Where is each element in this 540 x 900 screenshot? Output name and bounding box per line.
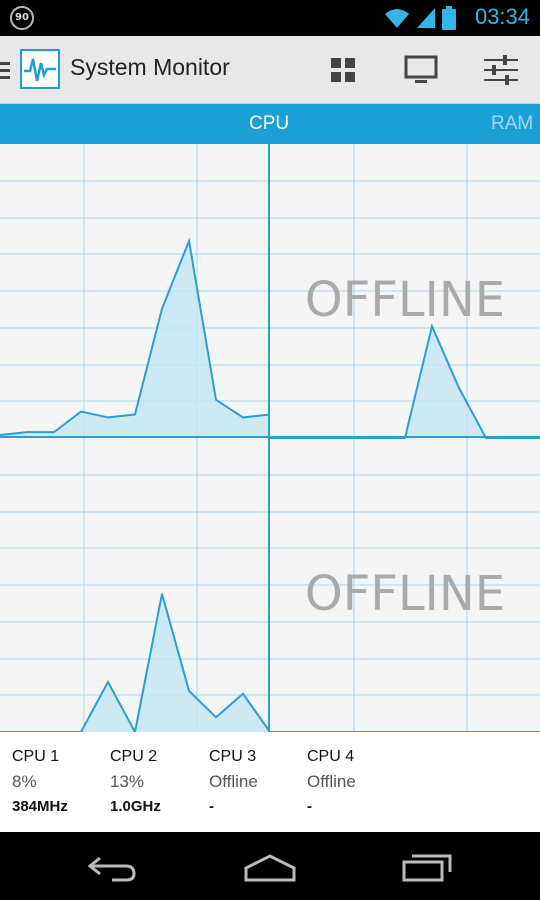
drawer-menu-icon[interactable] bbox=[0, 62, 10, 83]
legend-name: CPU 4 bbox=[307, 748, 355, 765]
legend-name: CPU 1 bbox=[12, 748, 60, 765]
cpu-series-area bbox=[0, 593, 270, 732]
legend-cpu4: CPU 4 Offline - bbox=[307, 748, 356, 815]
tab-bar: CPU RAM bbox=[0, 104, 540, 144]
cpu3-offline-label: OFFLINE bbox=[305, 272, 505, 328]
cpu-series-area bbox=[270, 326, 540, 438]
cpu-graph-svg: OFFLINE OFFLINE bbox=[0, 144, 540, 735]
back-icon[interactable] bbox=[82, 850, 142, 884]
legend-usage: Offline bbox=[209, 772, 258, 791]
cpu4-offline-label: OFFLINE bbox=[305, 566, 505, 622]
legend-frequency: - bbox=[307, 798, 312, 815]
legend-usage: Offline bbox=[307, 772, 356, 791]
clock: 03:34 bbox=[474, 4, 530, 29]
battery-icon bbox=[442, 6, 456, 30]
cpu-graphs: OFFLINE OFFLINE bbox=[0, 144, 540, 735]
status-icons bbox=[384, 6, 456, 30]
legend-cpu1: CPU 1 8% 384MHz bbox=[12, 748, 68, 815]
wifi-icon bbox=[385, 9, 409, 28]
legend-cpu2: CPU 2 13% 1.0GHz bbox=[110, 748, 161, 815]
monitor-icon[interactable] bbox=[401, 50, 441, 90]
app-title: System Monitor bbox=[70, 54, 230, 80]
signal-icon bbox=[417, 8, 435, 28]
settings-sliders-icon[interactable] bbox=[481, 50, 521, 90]
cpu-series-line bbox=[270, 323, 540, 439]
legend-frequency: - bbox=[209, 798, 214, 815]
status-bar: 90 03:34 bbox=[0, 0, 540, 36]
navigation-bar bbox=[0, 832, 540, 900]
app-logo-icon[interactable] bbox=[20, 49, 60, 89]
cpu-legend: CPU 1 8% 384MHz CPU 2 13% 1.0GHz CPU 3 O… bbox=[0, 732, 540, 832]
tab-cpu[interactable]: CPU bbox=[249, 113, 289, 135]
legend-name: CPU 3 bbox=[209, 748, 257, 765]
home-icon[interactable] bbox=[240, 850, 300, 884]
legend-usage: 13% bbox=[110, 772, 145, 791]
tab-ram[interactable]: RAM bbox=[491, 113, 533, 135]
legend-frequency: 384MHz bbox=[12, 798, 68, 815]
legend-name: CPU 2 bbox=[110, 748, 158, 765]
legend-cpu3: CPU 3 Offline - bbox=[209, 748, 258, 815]
cpu-series-line bbox=[0, 237, 271, 437]
notification-badge-icon: 90 bbox=[10, 6, 34, 30]
legend-usage: 8% bbox=[12, 772, 37, 791]
action-bar: System Monitor bbox=[0, 36, 540, 104]
legend-frequency: 1.0GHz bbox=[110, 798, 161, 815]
grid-view-icon[interactable] bbox=[323, 50, 363, 90]
recent-apps-icon[interactable] bbox=[398, 850, 458, 884]
